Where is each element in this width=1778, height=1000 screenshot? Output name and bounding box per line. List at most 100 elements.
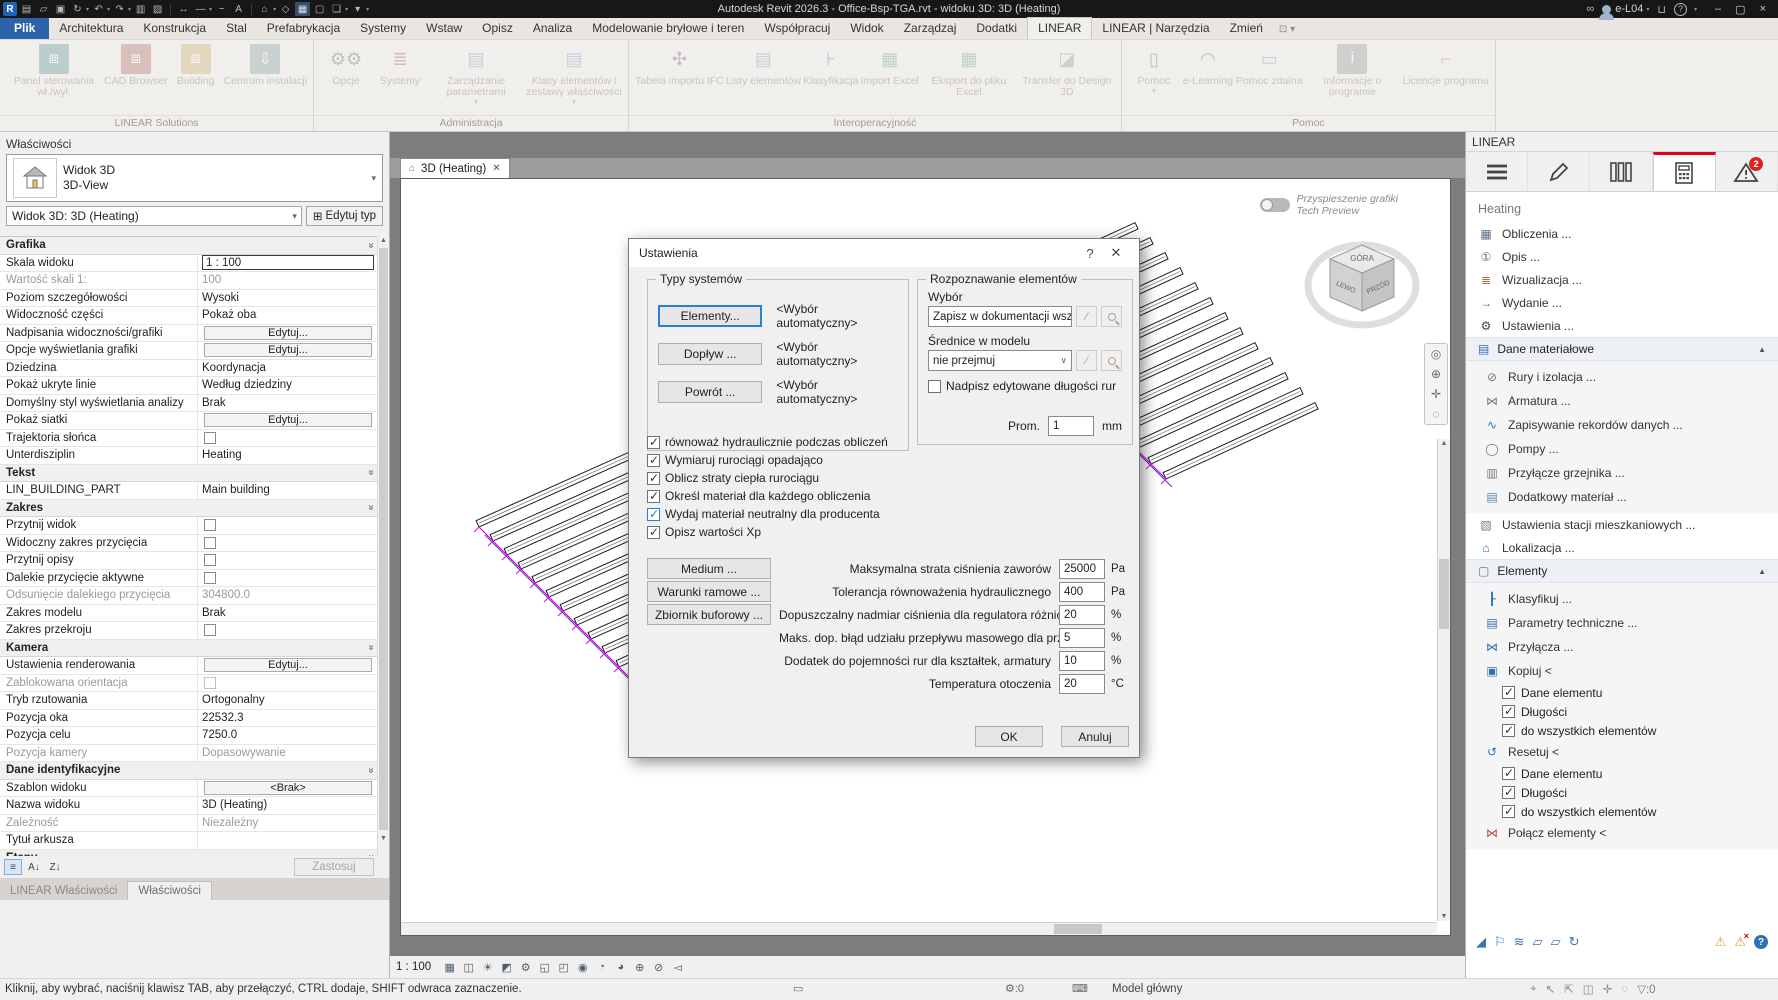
system-button-elementy-[interactable]: Elementy... xyxy=(658,305,762,327)
select-underlay-icon[interactable]: ↖ xyxy=(1545,982,1555,996)
property-row[interactable]: Poziom szczegółowościWysoki xyxy=(0,290,378,308)
diameters-select[interactable]: nie przejmuj∨ xyxy=(928,350,1072,371)
ribbon-tab-wsp-pracuj[interactable]: Współpracuj xyxy=(754,18,840,39)
collapse-chevron-icon[interactable]: « xyxy=(366,470,377,476)
palette-checkbox[interactable] xyxy=(1502,686,1515,699)
ribbon-tab-analiza[interactable]: Analiza xyxy=(523,18,582,39)
ribbon-button-transfer-do-design-3d[interactable]: ◪Transfer do Design 3D xyxy=(1019,44,1115,98)
parameter-input[interactable]: 20 xyxy=(1059,605,1105,625)
save-icon[interactable]: ▣ xyxy=(53,2,68,16)
box-tool-icon[interactable]: ▱ xyxy=(1533,934,1543,950)
default-3d-view-dropdown-icon[interactable]: ▾ xyxy=(273,6,276,13)
view-scale[interactable]: 1 : 100 xyxy=(396,961,431,973)
property-value[interactable]: 7250.0 xyxy=(198,727,378,744)
parameter-input[interactable]: 25000 xyxy=(1059,559,1105,579)
undo-dropdown-icon[interactable]: ▾ xyxy=(107,6,110,13)
palette-tab-edit[interactable] xyxy=(1528,152,1590,191)
ribbon-tab-opisz[interactable]: Opisz xyxy=(472,18,523,39)
collapse-chevron-icon[interactable]: « xyxy=(366,242,377,248)
property-row[interactable]: Trajektoria słońca xyxy=(0,430,378,448)
palette-item-resetuj[interactable]: ↺Resetuj < xyxy=(1466,740,1778,764)
palette-item-lokalizacja[interactable]: ⌂Lokalizacja ... xyxy=(1466,536,1778,559)
property-checkbox[interactable] xyxy=(204,572,216,584)
qat-customize-dropdown-icon[interactable]: ▾ xyxy=(366,6,369,13)
properties-tab-linear-właściwości[interactable]: LINEAR Właściwości xyxy=(0,882,127,900)
tile-windows-dropdown-icon[interactable]: ▾ xyxy=(345,6,348,13)
route-tool-icon[interactable]: ≋ xyxy=(1514,934,1525,950)
search-icon[interactable]: ∞ xyxy=(1586,3,1594,15)
palette-item-do-wszystkich-elementów-option[interactable]: do wszystkich elementów xyxy=(1466,802,1778,821)
palette-item-do-wszystkich-elementów-option[interactable]: do wszystkich elementów xyxy=(1466,721,1778,740)
option-checkbox[interactable] xyxy=(647,454,660,467)
property-row[interactable]: Nazwa widoku3D (Heating) xyxy=(0,797,378,815)
undo-icon[interactable]: ↶ xyxy=(91,2,106,16)
property-row[interactable]: Widoczny zakres przycięcia xyxy=(0,535,378,553)
crop-view-icon[interactable]: ◱ xyxy=(536,959,553,975)
eyedropper-button[interactable]: ∕ xyxy=(1076,350,1097,371)
option-checkbox[interactable] xyxy=(647,526,660,539)
collapse-arrow-icon[interactable]: ▲ xyxy=(1758,345,1766,354)
palette-tab-warnings[interactable]: 2 xyxy=(1716,152,1778,191)
palette-item-przyłącza[interactable]: ⋈Przyłącza ... xyxy=(1466,635,1778,659)
dialog-button-zbiornik-buforowy-[interactable]: Zbiornik buforowy ... xyxy=(647,604,771,625)
tile-windows-icon[interactable]: ❏ xyxy=(329,2,344,16)
palette-item-armatura[interactable]: ⋈Armatura ... xyxy=(1466,389,1778,413)
scroll-down-icon[interactable]: ▼ xyxy=(1438,913,1450,920)
measure-dropdown-icon[interactable]: ▾ xyxy=(209,6,212,13)
property-row[interactable]: LIN_BUILDING_PARTMain building xyxy=(0,482,378,500)
property-value[interactable]: Ortogonalny xyxy=(198,692,378,709)
account-button[interactable]: e-L04▾ xyxy=(1602,3,1649,15)
ribbon-button-pomoc-zdalna[interactable]: ▭Pomoc zdalna xyxy=(1236,44,1303,87)
parameter-input[interactable]: 5 xyxy=(1059,628,1105,648)
palette-checkbox[interactable] xyxy=(1502,724,1515,737)
navigation-bar[interactable]: ◎ ⊕ ✛ ◌ xyxy=(1424,343,1448,425)
radius-input[interactable]: 1 xyxy=(1048,416,1094,436)
parameter-input[interactable]: 20 xyxy=(1059,674,1105,694)
dialog-button-medium-[interactable]: Medium ... xyxy=(647,558,771,579)
view-cube[interactable]: GÓRA LEWO PRZÓD xyxy=(1302,227,1422,340)
ribbon-button-informacje-o-programie[interactable]: iInformacje o programie xyxy=(1304,44,1400,98)
render-dialog-icon[interactable]: ⚙ xyxy=(517,959,534,975)
option-checkbox[interactable] xyxy=(647,508,660,521)
palette-checkbox[interactable] xyxy=(1502,805,1515,818)
collapse-chevron-icon[interactable]: « xyxy=(366,505,377,511)
reveal-hidden-icon[interactable]: ◕ xyxy=(612,959,629,975)
ribbon-tab-linear-narz-dzia[interactable]: LINEAR | Narzędzia xyxy=(1092,18,1219,39)
scroll-up-icon[interactable]: ▲ xyxy=(1438,440,1450,447)
drag-elements-icon[interactable]: ✛ xyxy=(1603,982,1613,996)
palette-item-klasyfikuj[interactable]: ┠Klasyfikuj ... xyxy=(1466,587,1778,611)
sort-descending-icon[interactable]: Z↓ xyxy=(46,859,64,875)
minimize-button[interactable]: – xyxy=(1715,3,1721,16)
lock-3d-icon[interactable]: ◉ xyxy=(574,959,591,975)
sync-icon[interactable]: ↻ xyxy=(70,2,85,16)
keyboard-icon[interactable]: ⌨ xyxy=(1072,982,1088,995)
property-value[interactable]: Brak xyxy=(198,605,378,622)
palette-item-rury-i-izolacja[interactable]: ⊘Rury i izolacja ... xyxy=(1466,365,1778,389)
palette-item-opis[interactable]: ①Opis ... xyxy=(1466,245,1778,268)
system-button-powrót-[interactable]: Powrót ... xyxy=(658,381,762,403)
scroll-down-icon[interactable]: ▼ xyxy=(378,835,389,842)
property-row[interactable]: Ustawienia renderowaniaEdytuj... xyxy=(0,657,378,675)
property-row[interactable]: Zakres modeluBrak xyxy=(0,605,378,623)
cancel-button[interactable]: Anuluj xyxy=(1061,726,1129,747)
panel-display-toggle-icon[interactable]: ⊡ ▾ xyxy=(1279,24,1295,39)
ribbon-button-opcje[interactable]: ⚙⚙Opcje xyxy=(320,44,372,87)
reveal-constraints-icon[interactable]: ⊘ xyxy=(650,959,667,975)
collapse-icon[interactable]: ◅ xyxy=(669,959,686,975)
property-value[interactable]: 1 : 100 xyxy=(198,255,378,272)
temporary-hide-icon[interactable]: ◔ xyxy=(593,959,610,975)
scroll-up-icon[interactable]: ▲ xyxy=(378,237,389,244)
select-face-icon[interactable]: ◫ xyxy=(1583,982,1594,996)
property-value[interactable]: 3D (Heating) xyxy=(198,797,378,814)
magnifier-button[interactable] xyxy=(1101,350,1122,371)
property-value[interactable] xyxy=(198,535,378,552)
restore-button[interactable]: ▢ xyxy=(1735,3,1745,16)
app-store-cart-icon[interactable]: ⊔ xyxy=(1657,3,1666,16)
option-checkbox[interactable] xyxy=(647,436,660,449)
property-checkbox[interactable] xyxy=(204,554,216,566)
magnifier-button[interactable] xyxy=(1101,306,1122,327)
palette-item-zapisywanie-rekordów-danych[interactable]: ∿Zapisywanie rekordów danych ... xyxy=(1466,413,1778,437)
ribbon-button-tabela-importu-ifc[interactable]: ✣Tabela importu IFC xyxy=(635,44,724,87)
measure-icon[interactable]: — xyxy=(193,2,208,16)
property-value[interactable]: Koordynacja xyxy=(198,360,378,377)
